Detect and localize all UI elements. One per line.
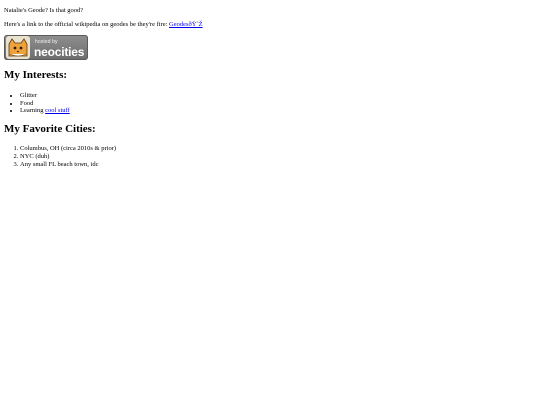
geodes-wikipedia-link[interactable]: GeodesðŸ˜Ž [169,21,203,28]
list-item: Food [20,100,540,108]
hosted-by-neocities-badge[interactable]: hosted by neocities [4,34,88,60]
page: Natalie's Geode? Is that good? Here's a … [0,0,540,405]
list-item: Glitter [20,92,540,100]
neocities-cat-icon [6,35,30,59]
intro-text: Natalie's Geode? Is that good? [4,7,84,14]
interest-food: Food [20,99,34,107]
badge-neocities-text: neocities [34,44,85,59]
interests-heading: My Interests: [4,68,68,81]
list-item: Columbus, OH (circa 2010s & prior) [20,145,540,153]
interests-list: Glitter Food Learning cool stuff [4,92,540,115]
interest-learning: Learning [20,107,46,115]
cool-stuff-link[interactable]: cool stuff [45,107,70,114]
list-item: NYC (duh) [20,153,540,161]
geodes-link-prefix: Here's a link to the official wikipedia … [4,20,170,28]
cities-list: Columbus, OH (circa 2010s & prior) NYC (… [4,145,540,168]
interest-glitter: Glitter [20,91,37,99]
cities-heading: My Favorite Cities: [4,123,96,136]
list-item: Any small FL beach town, idc [20,161,540,169]
geodes-link-line: Here's a link to the official wikipedia … [4,21,540,29]
list-item: Learning cool stuff [20,107,540,115]
